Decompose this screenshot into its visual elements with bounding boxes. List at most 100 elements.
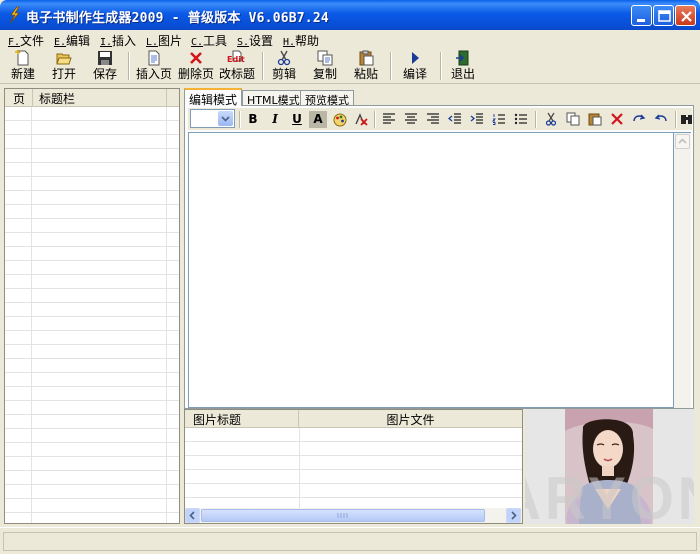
undo-icon <box>654 114 667 122</box>
column-divider <box>166 107 167 523</box>
redo-button[interactable] <box>630 111 648 128</box>
scroll-up-button[interactable] <box>675 134 690 149</box>
fmt-copy-button[interactable] <box>564 111 582 128</box>
align-left-button[interactable] <box>380 111 398 128</box>
bullet-list-button[interactable] <box>512 111 530 128</box>
save-button[interactable]: 保存 <box>91 50 119 83</box>
format-separator <box>374 111 376 128</box>
align-right-icon <box>427 113 439 124</box>
remove-format-icon <box>355 113 368 126</box>
align-center-icon <box>405 113 417 124</box>
palette-icon <box>333 113 347 127</box>
scroll-thumb[interactable] <box>201 509 485 522</box>
undo-button[interactable] <box>652 111 670 128</box>
copy-icon <box>317 50 333 66</box>
format-toolbar: B I U A <box>188 108 692 130</box>
menu-edit[interactable]: E.编辑 <box>54 32 90 49</box>
open-button[interactable]: 打开 <box>50 50 78 83</box>
open-folder-icon <box>56 53 72 65</box>
exit-button[interactable]: 退出 <box>448 50 478 83</box>
picture-list-header: 图片标题 图片文件 <box>185 410 522 428</box>
new-button[interactable]: 新建 <box>9 50 37 83</box>
bold-button[interactable]: B <box>244 111 262 128</box>
menu-file[interactable]: F.文件 <box>8 32 44 49</box>
picture-list-rows[interactable] <box>185 428 522 508</box>
italic-button[interactable]: I <box>266 111 284 128</box>
tab-edit-mode[interactable]: 编辑模式 <box>184 88 243 107</box>
column-header-picture-title[interactable]: 图片标题 <box>185 410 299 428</box>
menu-bar: F.文件 E.编辑 I.插入 L.图片 C.工具 S.设置 H.帮助 <box>0 30 700 48</box>
close-button[interactable] <box>675 5 696 26</box>
font-size-select[interactable] <box>190 109 235 128</box>
insert-page-button[interactable]: 插入页 <box>134 50 174 83</box>
scroll-right-button[interactable] <box>506 508 521 523</box>
rename-title-button[interactable]: Edit 改标题 <box>217 50 257 83</box>
outdent-icon <box>447 113 461 124</box>
vertical-scrollbar[interactable] <box>674 132 691 408</box>
indent-button[interactable] <box>468 111 486 128</box>
grip-icon <box>337 513 348 518</box>
fmt-delete-button[interactable] <box>608 111 626 128</box>
copy-button[interactable]: 复制 <box>311 50 339 83</box>
chevron-left-icon <box>189 511 195 520</box>
redo-icon <box>633 114 646 122</box>
exit-door-icon <box>456 50 469 66</box>
close-icon <box>681 11 692 22</box>
menu-tools[interactable]: C.工具 <box>191 32 227 49</box>
chevron-right-icon <box>511 511 517 520</box>
delete-page-button[interactable]: 删除页 <box>176 50 216 83</box>
scroll-left-button[interactable] <box>185 508 200 523</box>
remove-format-button[interactable] <box>352 111 370 128</box>
column-divider <box>299 428 300 508</box>
column-divider <box>31 107 32 523</box>
menu-insert[interactable]: I.插入 <box>100 32 136 49</box>
minimize-button[interactable] <box>631 5 652 26</box>
tab-html-mode[interactable]: HTML模式 <box>242 90 305 107</box>
highlight-button[interactable] <box>331 111 349 128</box>
picture-list[interactable]: 图片标题 图片文件 <box>184 409 523 524</box>
toolbar-separator <box>128 52 130 80</box>
status-bar <box>0 527 700 554</box>
maximize-button[interactable] <box>653 5 674 26</box>
align-right-button[interactable] <box>424 111 442 128</box>
menu-settings[interactable]: S.设置 <box>237 32 273 49</box>
numbered-list-button[interactable] <box>490 111 508 128</box>
indent-icon <box>470 113 483 124</box>
column-header-title[interactable]: 标题栏 <box>33 89 167 107</box>
paste-clipboard-icon <box>588 113 602 126</box>
scissors-icon <box>277 50 291 66</box>
fmt-paste-button[interactable] <box>586 111 604 128</box>
tab-preview-mode[interactable]: 预览模式 <box>300 90 354 107</box>
bullet-list-icon <box>514 113 527 125</box>
toolbar-separator <box>390 52 392 80</box>
format-separator <box>239 111 241 128</box>
status-panel <box>3 532 697 551</box>
editor-textarea[interactable] <box>188 132 674 408</box>
page-list[interactable]: 页 标题栏 <box>4 88 180 524</box>
align-center-button[interactable] <box>402 111 420 128</box>
binoculars-icon <box>681 115 692 124</box>
column-header-picture-file[interactable]: 图片文件 <box>299 410 522 428</box>
delete-x-icon <box>611 113 623 125</box>
chevron-down-icon[interactable] <box>218 111 233 126</box>
menu-help[interactable]: H.帮助 <box>283 32 319 49</box>
column-header-page[interactable]: 页 <box>5 89 33 107</box>
cut-button[interactable]: 剪辑 <box>270 50 298 83</box>
picture-preview: ARYON <box>525 409 694 524</box>
paste-button[interactable]: 粘贴 <box>352 50 380 83</box>
fmt-cut-button[interactable] <box>542 111 560 128</box>
outdent-button[interactable] <box>446 111 464 128</box>
horizontal-scrollbar[interactable] <box>185 508 522 523</box>
new-file-icon <box>15 50 29 66</box>
chevron-up-icon <box>678 138 687 144</box>
underline-button[interactable]: U <box>288 111 306 128</box>
insert-page-icon <box>148 50 160 66</box>
compile-button[interactable]: 编译 <box>400 50 430 83</box>
find-button[interactable] <box>680 111 692 128</box>
font-color-button[interactable]: A <box>309 111 327 128</box>
window-title: 电子书制作生成器2009 - 普级版本 V6.06B7.24 <box>26 11 329 26</box>
minimize-icon <box>637 19 645 22</box>
menu-picture[interactable]: L.图片 <box>146 32 182 49</box>
edit-title-icon: Edit <box>224 50 250 66</box>
title-bar[interactable]: 电子书制作生成器2009 - 普级版本 V6.06B7.24 <box>0 0 700 30</box>
